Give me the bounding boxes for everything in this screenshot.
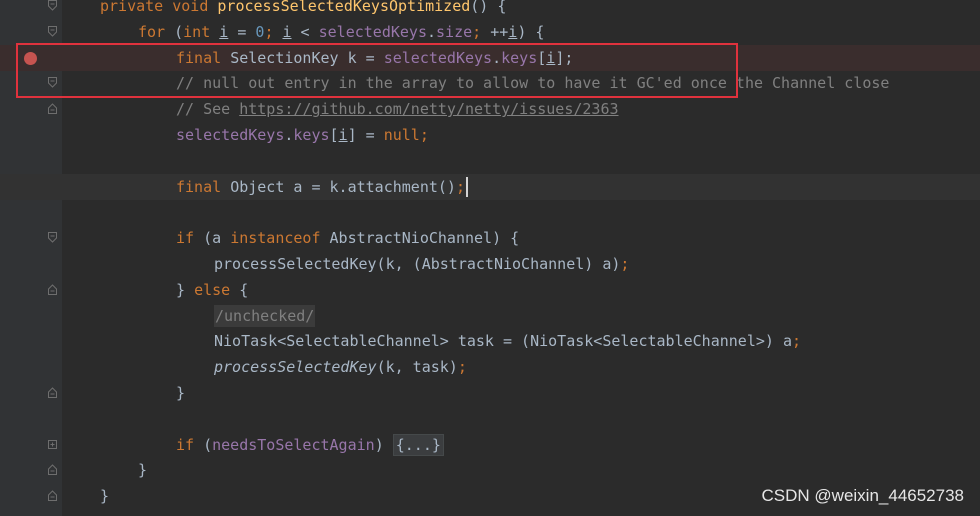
fold-marker-icon[interactable]	[48, 464, 57, 476]
code-text: selectedKeys.keys[i] = null;	[176, 122, 429, 148]
code-line[interactable]: processSelectedKey(k, task);	[0, 354, 980, 380]
code-token: {...}	[392, 433, 444, 456]
code-token: ;	[419, 126, 429, 144]
text-cursor	[466, 177, 468, 198]
code-token: instanceof	[230, 229, 330, 248]
code-token: processSelectedKey	[214, 358, 377, 377]
code-token: if	[176, 435, 204, 454]
code-token: i	[338, 126, 348, 144]
code-token: () {	[470, 0, 507, 15]
code-line[interactable]: NioTask<SelectableChannel> task = (NioTa…	[0, 328, 980, 354]
code-token: }	[176, 280, 195, 299]
code-token: ++	[490, 22, 509, 41]
code-token: (	[203, 435, 213, 454]
code-token: {	[239, 280, 249, 299]
code-token: processSelectedKeysOptimized	[217, 0, 471, 15]
code-token: for	[138, 22, 175, 41]
code-token: =	[228, 22, 256, 41]
code-token: .	[427, 22, 437, 41]
code-line[interactable]: selectedKeys.keys[i] = null;	[0, 122, 980, 148]
code-token: Object a = k.attachment()	[230, 177, 456, 196]
fold-marker-icon[interactable]	[48, 103, 57, 115]
code-text: processSelectedKey(k, (AbstractNioChanne…	[214, 251, 629, 277]
code-token: ;	[791, 332, 801, 351]
code-text: }	[100, 483, 109, 509]
code-text: for (int i = 0; i < selectedKeys.size; +…	[138, 19, 544, 45]
code-token: if	[176, 229, 204, 248]
code-token: needsToSelectAgain	[212, 435, 375, 454]
code-token: int	[183, 22, 220, 41]
watermark: CSDN @weixin_44652738	[761, 486, 964, 505]
fold-marker-icon[interactable]	[48, 490, 57, 502]
code-token: (	[174, 22, 184, 41]
code-token: keys	[293, 126, 330, 144]
selection-highlight-box	[16, 43, 738, 98]
code-text: /unchecked/	[214, 303, 316, 329]
code-text: private void processSelectedKeysOptimize…	[100, 0, 506, 19]
code-line[interactable]: }	[0, 457, 980, 483]
code-line[interactable]	[0, 199, 980, 225]
code-line[interactable]: /unchecked/	[0, 303, 980, 329]
code-token: ;	[457, 358, 467, 377]
code-token: NioTask<SelectableChannel> task = (NioTa…	[214, 332, 792, 351]
code-text: // See https://github.com/netty/netty/is…	[176, 96, 619, 122]
code-line[interactable]: }	[0, 380, 980, 406]
code-line[interactable]	[0, 148, 980, 174]
code-token: selectedKeys	[176, 126, 285, 144]
code-token: null	[383, 126, 420, 144]
code-line[interactable]: final Object a = k.attachment();	[0, 173, 980, 200]
code-text: if (needsToSelectAgain) {...}	[176, 432, 444, 458]
fold-marker-icon[interactable]	[48, 232, 57, 243]
code-token: else	[194, 280, 240, 299]
code-token: <	[291, 22, 319, 41]
code-token: )	[374, 435, 393, 454]
code-line[interactable]: // See https://github.com/netty/netty/is…	[0, 96, 980, 122]
code-token: ;	[455, 177, 465, 196]
code-token: (k, task)	[376, 358, 458, 377]
code-text: } else {	[176, 277, 248, 303]
code-token: ;	[620, 255, 630, 273]
code-text: NioTask<SelectableChannel> task = (NioTa…	[214, 328, 801, 354]
code-token: size	[436, 22, 473, 41]
code-token: ] =	[347, 126, 384, 144]
code-token: ;	[264, 22, 283, 41]
code-line[interactable]: if (a instanceof AbstractNioChannel) {	[0, 225, 980, 251]
code-line[interactable]: } else {	[0, 277, 980, 303]
code-token: // See	[176, 100, 240, 119]
code-text: final Object a = k.attachment();	[176, 174, 468, 200]
fold-marker-icon[interactable]	[48, 25, 57, 37]
code-token: private void	[100, 0, 218, 15]
code-token: [	[329, 126, 339, 144]
code-text: processSelectedKey(k, task);	[214, 354, 467, 380]
code-token: final	[176, 177, 231, 196]
code-token: selectedKeys	[318, 22, 427, 41]
code-token: ;	[472, 22, 491, 41]
code-token: /unchecked/	[214, 304, 316, 327]
fold-marker-icon[interactable]	[48, 387, 57, 398]
fold-marker-icon[interactable]	[48, 0, 57, 11]
code-token: }	[176, 384, 186, 402]
code-line[interactable]: private void processSelectedKeysOptimize…	[0, 0, 980, 19]
code-line[interactable]: for (int i = 0; i < selectedKeys.size; +…	[0, 19, 980, 45]
code-token: i	[508, 22, 518, 41]
code-token: AbstractNioChannel) {	[329, 229, 520, 248]
code-token: i	[282, 22, 292, 41]
code-token: (a	[203, 229, 231, 248]
code-text: }	[176, 380, 185, 406]
code-token: }	[100, 487, 110, 506]
code-line[interactable]: if (needsToSelectAgain) {...}	[0, 432, 980, 458]
code-text: if (a instanceof AbstractNioChannel) {	[176, 225, 519, 251]
code-token: ) {	[517, 22, 545, 41]
code-text: }	[138, 457, 147, 483]
code-line[interactable]	[0, 406, 980, 432]
fold-marker-icon[interactable]	[48, 439, 57, 450]
code-token: i	[219, 22, 229, 41]
fold-marker-icon[interactable]	[48, 284, 57, 295]
code-token: }	[138, 461, 148, 480]
code-token: processSelectedKey(k, (AbstractNioChanne…	[214, 255, 621, 273]
code-line[interactable]: processSelectedKey(k, (AbstractNioChanne…	[0, 251, 980, 277]
issue-link[interactable]: https://github.com/netty/netty/issues/23…	[239, 100, 618, 118]
